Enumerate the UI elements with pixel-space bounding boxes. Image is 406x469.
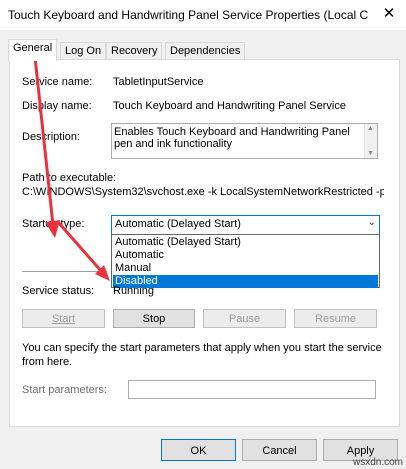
description-box: Enables Touch Keyboard and Handwriting P…: [111, 123, 378, 159]
scroll-down-icon[interactable]: ▼: [367, 150, 374, 157]
ok-button-label: OK: [190, 445, 207, 457]
service-status-value: Running: [113, 285, 154, 297]
stop-button[interactable]: Stop: [113, 309, 195, 328]
option-automatic-delayed[interactable]: Automatic (Delayed Start): [113, 236, 378, 249]
window-title: Touch Keyboard and Handwriting Panel Ser…: [8, 8, 369, 22]
display-name-label: Display name:: [22, 100, 92, 112]
resume-button-label: Resume: [315, 313, 356, 325]
startup-selected-value: Automatic (Delayed Start): [115, 218, 241, 230]
watermark-text: wsxdn.com: [352, 457, 403, 468]
startup-type-select[interactable]: Automatic (Delayed Start) ⌄: [111, 215, 380, 235]
pause-button-label: Pause: [228, 313, 261, 325]
resume-button[interactable]: Resume: [294, 309, 377, 328]
option-manual[interactable]: Manual: [113, 262, 378, 275]
chevron-down-icon[interactable]: ⌄: [368, 217, 376, 228]
tab-general[interactable]: General: [8, 39, 58, 61]
description-label: Description:: [22, 131, 81, 143]
start-button[interactable]: Start: [22, 309, 105, 328]
startup-type-dropdown: Automatic (Delayed Start) Automatic Manu…: [111, 234, 380, 288]
cancel-button[interactable]: Cancel: [242, 439, 317, 461]
service-status-label: Service status:: [22, 285, 95, 297]
service-name-label: Service name:: [22, 76, 93, 88]
scroll-up-icon[interactable]: ▲: [367, 125, 374, 132]
start-parameters-info: You can specify the start parameters tha…: [22, 342, 382, 368]
cancel-button-label: Cancel: [262, 445, 297, 457]
start-parameters-label: Start parameters:: [22, 384, 107, 396]
service-name-value: TabletInputService: [113, 76, 204, 88]
tab-recovery[interactable]: Recovery: [106, 42, 163, 60]
start-parameters-input[interactable]: [128, 380, 376, 399]
tab-log-on[interactable]: Log On: [60, 42, 107, 60]
display-name-value: Touch Keyboard and Handwriting Panel Ser…: [113, 100, 346, 112]
apply-button-label: Apply: [346, 445, 375, 457]
stop-button-label: Stop: [142, 313, 166, 325]
option-automatic[interactable]: Automatic: [113, 249, 378, 262]
ok-button[interactable]: OK: [161, 439, 236, 461]
tab-dependencies[interactable]: Dependencies: [165, 42, 246, 60]
startup-type-label: Startup type:: [22, 218, 85, 230]
close-icon[interactable]: ✕: [378, 4, 400, 24]
description-text: Enables Touch Keyboard and Handwriting P…: [114, 126, 350, 150]
path-label: Path to executable:: [22, 172, 117, 184]
start-button-label: Start: [51, 313, 76, 325]
path-value: C:\WINDOWS\System32\svchost.exe -k Local…: [22, 186, 384, 198]
pause-button[interactable]: Pause: [203, 309, 286, 328]
description-scrollbar[interactable]: ▲ ▼: [364, 124, 377, 158]
separator: [22, 271, 107, 272]
title-bar: Touch Keyboard and Handwriting Panel Ser…: [0, 0, 406, 30]
